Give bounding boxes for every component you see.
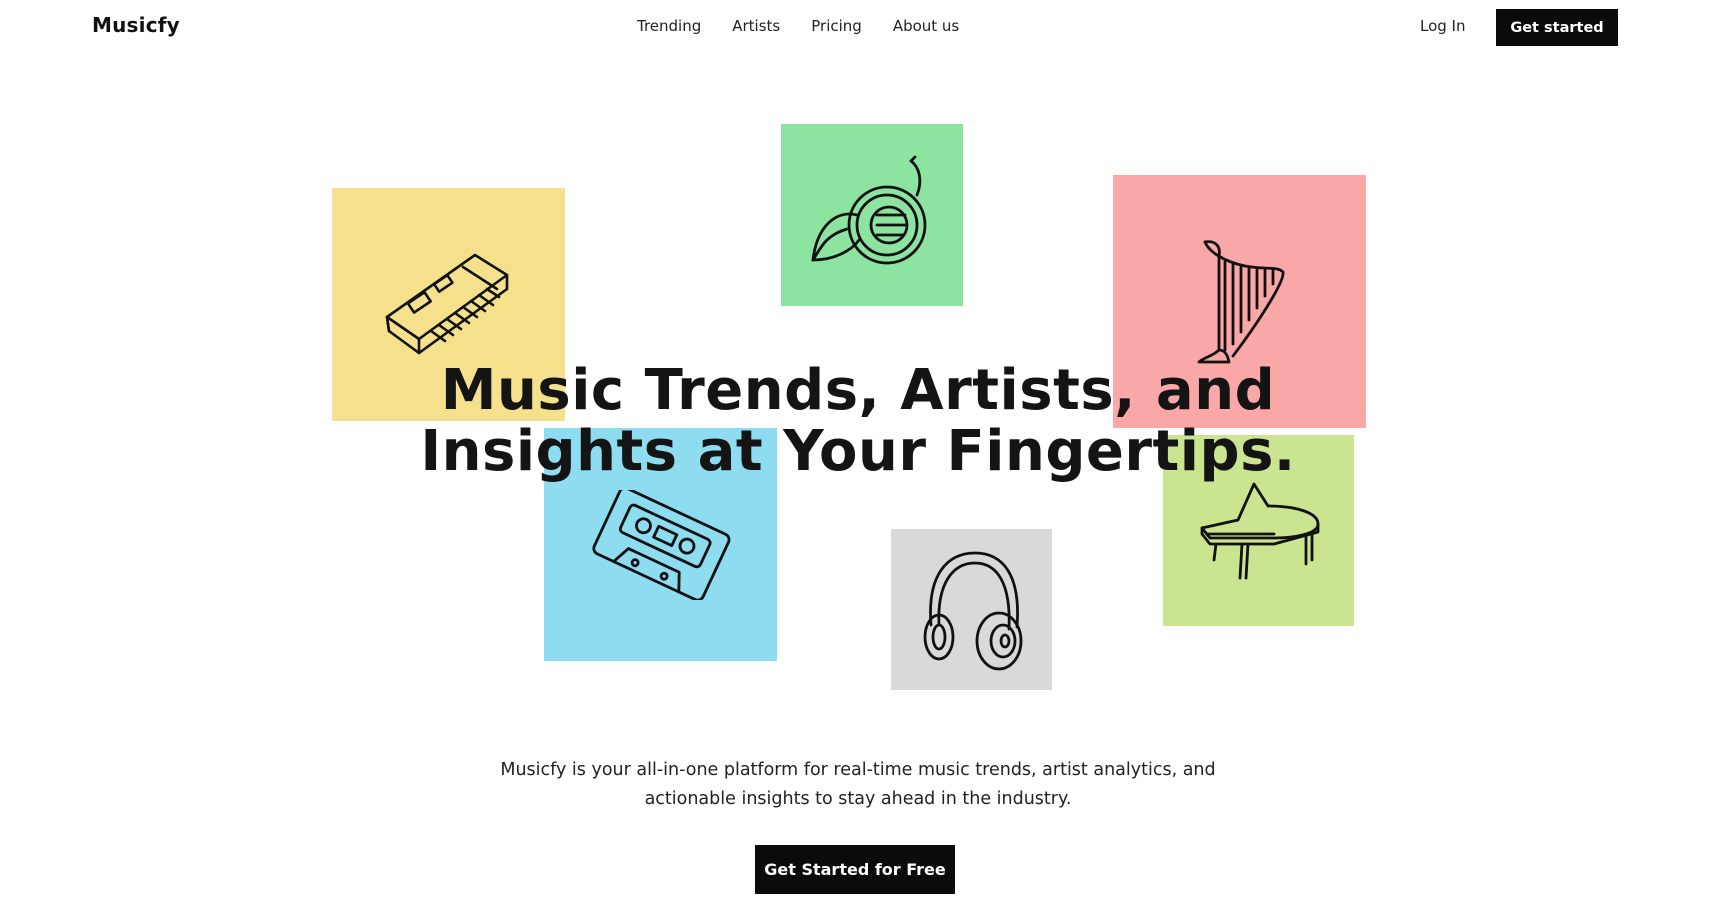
login-link[interactable]: Log In — [1420, 17, 1466, 35]
top-navbar: Musicfy Trending Artists Pricing About u… — [0, 0, 1716, 54]
hero-subtitle-line-1: Musicfy is your all-in-one platform for … — [500, 760, 1216, 780]
nav-links: Trending Artists Pricing About us — [637, 17, 959, 35]
cassette-tape-icon — [591, 489, 730, 600]
get-started-button[interactable]: Get started — [1496, 9, 1618, 46]
hero-title-line-2: Insights at Your Fingertips. — [420, 419, 1296, 484]
french-horn-tile — [781, 124, 963, 306]
hero-title-line-1: Music Trends, Artists, and — [440, 358, 1276, 423]
get-started-for-free-button[interactable]: Get Started for Free — [755, 845, 955, 894]
headphones-icon — [923, 551, 1022, 670]
nav-link-artists[interactable]: Artists — [732, 17, 780, 35]
headphones-tile — [891, 529, 1052, 690]
keyboard-synth-icon — [385, 253, 508, 354]
grand-piano-icon — [1200, 482, 1319, 579]
harp-icon — [1197, 239, 1284, 363]
logo[interactable]: Musicfy — [92, 13, 180, 37]
french-horn-icon — [811, 155, 927, 265]
hero-subtitle-line-2: actionable insights to stay ahead in the… — [644, 789, 1072, 809]
hero-subtitle: Musicfy is your all-in-one platform for … — [458, 756, 1258, 814]
hero-title: Music Trends, Artists, and Insights at Y… — [0, 360, 1716, 482]
nav-link-pricing[interactable]: Pricing — [811, 17, 862, 35]
nav-link-trending[interactable]: Trending — [637, 17, 701, 35]
nav-link-about-us[interactable]: About us — [893, 17, 959, 35]
